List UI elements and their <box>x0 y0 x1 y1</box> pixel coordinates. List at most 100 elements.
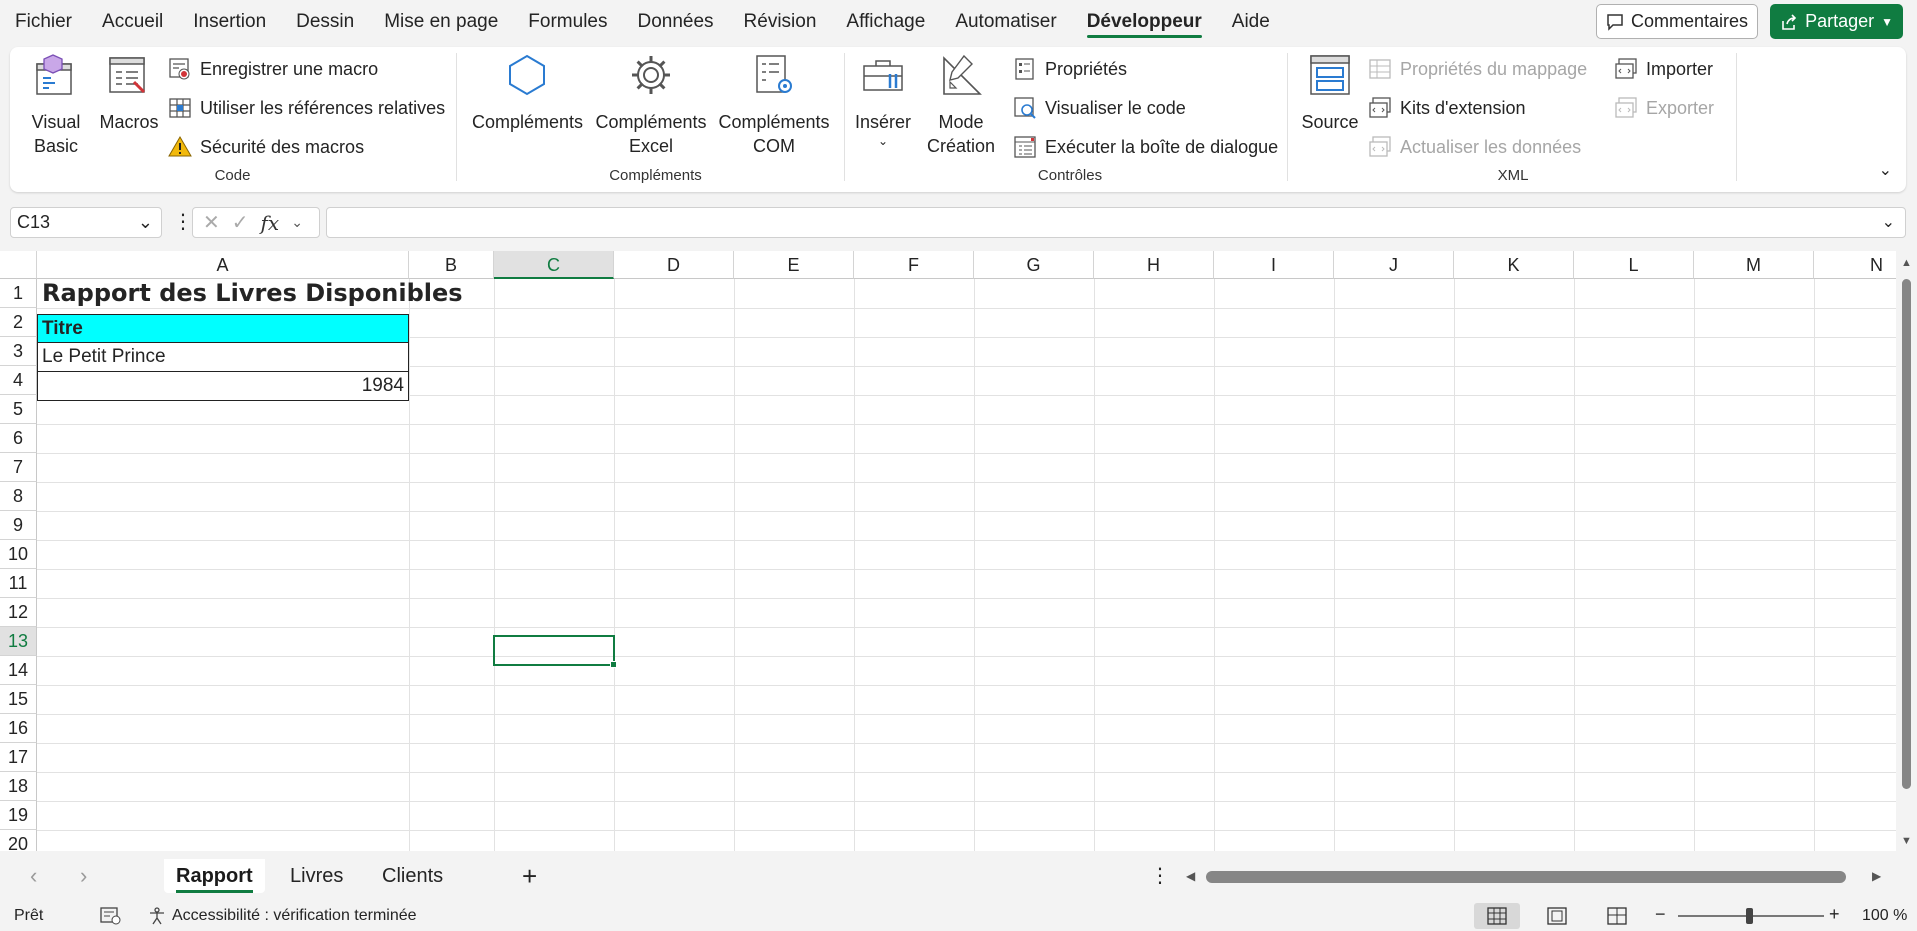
view-code-button[interactable]: Visualiser le code <box>1013 93 1186 123</box>
row-header[interactable]: 8 <box>0 482 37 511</box>
column-header-l[interactable]: L <box>1574 251 1694 279</box>
column-header-k[interactable]: K <box>1454 251 1574 279</box>
vertical-scrollbar[interactable]: ▲ ▼ <box>1896 251 1917 851</box>
zoom-level[interactable]: 100 % <box>1862 907 1907 925</box>
column-header-n[interactable]: N <box>1814 251 1896 279</box>
tab-accueil[interactable]: Accueil <box>87 0 178 44</box>
zoom-in-icon[interactable]: + <box>1829 904 1840 925</box>
cell-a4[interactable]: 1984 <box>37 372 409 401</box>
comments-button[interactable]: Commentaires <box>1596 4 1759 39</box>
row-header[interactable]: 11 <box>0 569 37 598</box>
row-header[interactable]: 18 <box>0 772 37 801</box>
macros-button[interactable]: Macros <box>94 52 164 134</box>
row-header[interactable]: 10 <box>0 540 37 569</box>
tab-revision[interactable]: Révision <box>729 0 832 44</box>
refresh-data-button[interactable]: Actualiser les données <box>1368 132 1581 162</box>
tab-automatiser[interactable]: Automatiser <box>940 0 1071 44</box>
tab-aide[interactable]: Aide <box>1217 0 1285 44</box>
expansion-packs-button[interactable]: Kits d'extension <box>1368 93 1526 123</box>
tab-insertion[interactable]: Insertion <box>178 0 281 44</box>
row-header[interactable]: 19 <box>0 801 37 830</box>
page-layout-view-button[interactable] <box>1534 903 1580 929</box>
row-header[interactable]: 15 <box>0 685 37 714</box>
row-header[interactable]: 9 <box>0 511 37 540</box>
horizontal-scrollbar[interactable]: ◀ ▶ <box>1186 867 1886 887</box>
tab-mise-en-page[interactable]: Mise en page <box>369 0 513 44</box>
row-header[interactable]: 7 <box>0 453 37 482</box>
row-header[interactable]: 1 <box>0 279 37 308</box>
column-header-f[interactable]: F <box>854 251 974 279</box>
scroll-up-arrow-icon[interactable]: ▲ <box>1901 257 1912 269</box>
run-dialog-button[interactable]: Exécuter la boîte de dialogue <box>1013 132 1278 162</box>
visual-basic-button[interactable]: Visual Basic <box>24 52 88 158</box>
column-header-c[interactable]: C <box>494 251 614 279</box>
column-header-i[interactable]: I <box>1214 251 1334 279</box>
normal-view-button[interactable] <box>1474 903 1520 929</box>
scroll-right-arrow-icon[interactable]: ▶ <box>1872 869 1881 883</box>
xml-export-button[interactable]: Exporter <box>1614 93 1714 123</box>
column-header-a[interactable]: A <box>37 251 409 279</box>
row-header[interactable]: 16 <box>0 714 37 743</box>
excel-addins-button[interactable]: Compléments Excel <box>595 52 707 158</box>
addins-button[interactable]: Compléments <box>472 52 583 134</box>
com-addins-button[interactable]: Compléments COM <box>717 52 831 158</box>
fill-handle[interactable] <box>610 661 617 668</box>
zoom-out-icon[interactable]: − <box>1655 904 1666 925</box>
tab-fichier[interactable]: Fichier <box>0 0 87 44</box>
row-header[interactable]: 20 <box>0 830 37 851</box>
spreadsheet-grid[interactable]: A B C D E F G H I J K L M N 1 2 3 4 5 6 … <box>0 251 1896 851</box>
share-button[interactable]: Partager ▼ <box>1770 4 1903 39</box>
check-icon[interactable]: ✓ <box>232 210 249 235</box>
design-mode-button[interactable]: Mode Création <box>923 52 999 158</box>
map-properties-button[interactable]: Propriétés du mappage <box>1368 54 1587 84</box>
column-header-e[interactable]: E <box>734 251 854 279</box>
ribbon-collapse-chevron-icon[interactable]: ⌄ <box>1879 160 1892 180</box>
cell-a1[interactable]: Rapport des Livres Disponibles <box>38 279 463 308</box>
relative-references-button[interactable]: Utiliser les références relatives <box>168 93 445 123</box>
column-header-d[interactable]: D <box>614 251 734 279</box>
page-break-view-button[interactable] <box>1594 903 1640 929</box>
selected-cell-c13[interactable] <box>493 635 615 666</box>
row-header[interactable]: 6 <box>0 424 37 453</box>
row-header[interactable]: 14 <box>0 656 37 685</box>
horizontal-scroll-thumb[interactable] <box>1206 871 1846 883</box>
tab-affichage[interactable]: Affichage <box>831 0 940 44</box>
sheet-tab-rapport[interactable]: Rapport <box>164 859 265 893</box>
tab-donnees[interactable]: Données <box>622 0 728 44</box>
more-options-icon[interactable]: ⋮ <box>1150 863 1170 888</box>
column-header-b[interactable]: B <box>409 251 494 279</box>
cancel-icon[interactable]: ✕ <box>203 210 220 235</box>
select-all-corner[interactable] <box>0 251 37 279</box>
tab-developpeur[interactable]: Développeur <box>1072 0 1217 44</box>
sheet-tab-clients[interactable]: Clients <box>370 859 455 893</box>
macro-security-button[interactable]: Sécurité des macros <box>168 132 364 162</box>
xml-source-button[interactable]: Source <box>1298 52 1362 134</box>
row-header[interactable]: 17 <box>0 743 37 772</box>
tab-formules[interactable]: Formules <box>513 0 622 44</box>
row-header-selected[interactable]: 13 <box>0 627 37 656</box>
zoom-slider-thumb[interactable] <box>1746 908 1753 924</box>
xml-import-button[interactable]: Importer <box>1614 54 1713 84</box>
cell-a3[interactable]: Le Petit Prince <box>37 343 409 372</box>
row-header[interactable]: 2 <box>0 308 37 337</box>
macro-recording-icon[interactable] <box>100 907 122 925</box>
more-options-icon[interactable]: ⋮ <box>173 207 193 238</box>
scroll-left-arrow-icon[interactable]: ◀ <box>1186 869 1195 883</box>
column-header-j[interactable]: J <box>1334 251 1454 279</box>
add-sheet-plus-icon[interactable]: + <box>522 861 537 892</box>
sheet-tab-livres[interactable]: Livres <box>278 859 355 893</box>
row-header[interactable]: 5 <box>0 395 37 424</box>
row-header[interactable]: 4 <box>0 366 37 395</box>
formula-input[interactable]: ⌄ <box>326 207 1906 238</box>
scroll-down-arrow-icon[interactable]: ▼ <box>1901 835 1912 847</box>
accessibility-status[interactable]: Accessibilité : vérification terminée <box>148 907 417 925</box>
properties-button[interactable]: Propriétés <box>1013 54 1127 84</box>
tab-dessin[interactable]: Dessin <box>281 0 369 44</box>
cell-a2[interactable]: Titre <box>37 314 409 343</box>
vertical-scroll-thumb[interactable] <box>1902 279 1911 789</box>
next-sheet-arrow-icon[interactable]: › <box>80 863 87 889</box>
column-header-m[interactable]: M <box>1694 251 1814 279</box>
record-macro-button[interactable]: Enregistrer une macro <box>168 54 378 84</box>
column-header-h[interactable]: H <box>1094 251 1214 279</box>
column-header-g[interactable]: G <box>974 251 1094 279</box>
